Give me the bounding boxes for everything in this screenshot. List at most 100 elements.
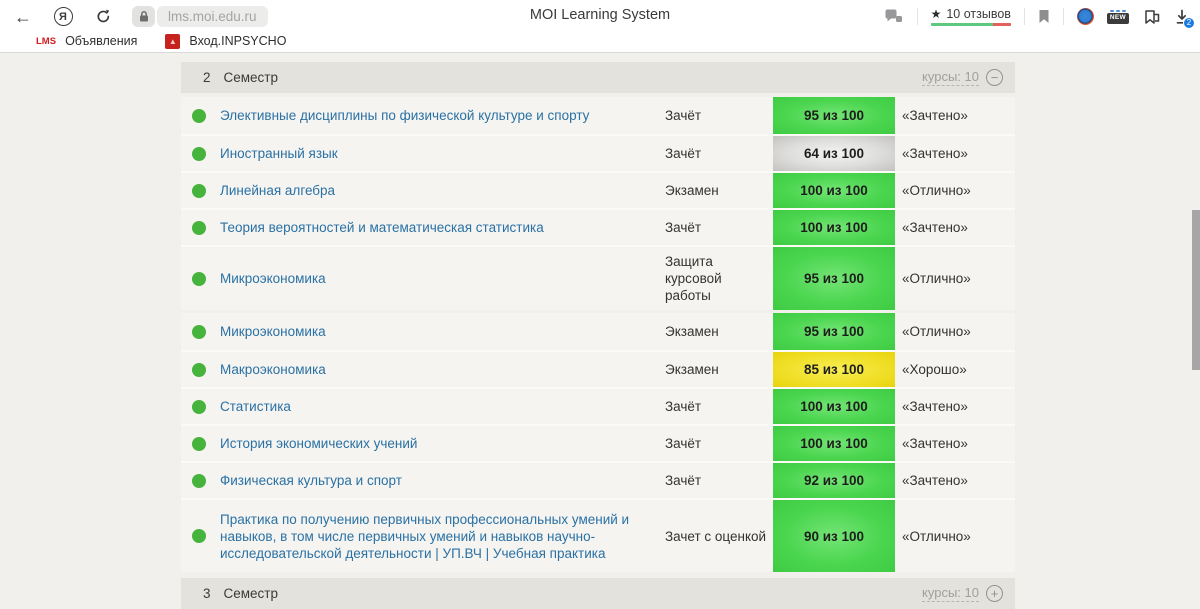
- expand-semester-button[interactable]: +: [986, 585, 1003, 602]
- browser-toolbar: ← Я lms.moi.edu.ru MOI Learning System ★…: [0, 0, 1200, 30]
- extension-circle-icon[interactable]: [1076, 8, 1094, 25]
- grades-table: 2 Семестр курсы: 10 − Элективные дисципл…: [181, 62, 1015, 609]
- course-status-dot: [192, 183, 206, 198]
- course-link[interactable]: Иностранный язык: [220, 145, 338, 162]
- course-score-cell: 85 из 100: [773, 352, 895, 387]
- url-field[interactable]: lms.moi.edu.ru: [157, 6, 268, 27]
- course-status-dot: [192, 108, 206, 123]
- courses-count-link[interactable]: курсы: 10: [922, 69, 979, 86]
- course-assessment-type: Экзамен: [665, 324, 719, 339]
- course-grade: «Отлично»: [902, 183, 971, 198]
- course-link[interactable]: Физическая культура и спорт: [220, 472, 402, 489]
- new-releases-extension-button[interactable]: NEW: [1106, 9, 1129, 24]
- course-status-dot: [192, 473, 206, 488]
- site-reviews-button[interactable]: ★ 10 отзывов: [930, 7, 1011, 26]
- course-status-dot: [192, 436, 206, 451]
- back-button[interactable]: ←: [10, 5, 36, 29]
- semester-label: Семестр: [223, 586, 279, 601]
- courses-count-link[interactable]: курсы: 10: [922, 585, 979, 602]
- yandex-logo-icon: Я: [53, 7, 73, 26]
- course-link[interactable]: Статистика: [220, 398, 291, 415]
- table-row: Теория вероятностей и математическая ста…: [181, 208, 1015, 245]
- refresh-button[interactable]: [90, 5, 116, 29]
- course-assessment-type: Зачёт: [665, 146, 702, 161]
- download-count-badge: 2: [1183, 16, 1195, 29]
- course-status-dot: [192, 324, 206, 339]
- course-assessment-type: Защита курсовой работы: [665, 254, 722, 303]
- table-row: Физическая культура и спорт Зачёт 92 из …: [181, 461, 1015, 498]
- course-grade: «Отлично»: [902, 271, 971, 286]
- vertical-scrollbar-thumb[interactable]: [1192, 210, 1200, 370]
- course-table-body: Элективные дисциплины по физической куль…: [181, 97, 1015, 572]
- collapse-semester-button[interactable]: −: [986, 69, 1003, 86]
- course-link[interactable]: Линейная алгебра: [220, 182, 335, 199]
- minus-icon: −: [990, 69, 999, 85]
- lms-favicon: LMS: [36, 35, 57, 47]
- star-icon: ★: [930, 7, 942, 21]
- bookmark-label: Вход.INPSYCHO: [189, 34, 287, 48]
- course-grade: «Зачтено»: [902, 473, 968, 488]
- protect-icon: [885, 9, 902, 22]
- course-score-cell: 95 из 100: [773, 313, 895, 350]
- browser-chrome: ← Я lms.moi.edu.ru MOI Learning System ★…: [0, 0, 1200, 53]
- course-assessment-type: Зачёт: [665, 220, 702, 235]
- semester-header-next: 3 Семестр курсы: 10 +: [181, 578, 1015, 609]
- semester-number: 3: [203, 586, 211, 601]
- course-assessment-type: Экзамен: [665, 362, 719, 377]
- bookmark-item-inpsycho[interactable]: ▲ Вход.INPSYCHO: [165, 33, 287, 49]
- table-row: Практика по получению первичных професси…: [181, 498, 1015, 572]
- refresh-icon: [96, 9, 109, 23]
- course-link[interactable]: Теория вероятностей и математическая ста…: [220, 219, 544, 236]
- marquee-dashes-icon: [1109, 9, 1126, 12]
- reviews-label: 10 отзывов: [946, 7, 1011, 21]
- course-score-cell: 100 из 100: [773, 389, 895, 424]
- yandex-home-button[interactable]: Я: [50, 5, 76, 29]
- table-row: Микроэкономика Экзамен 95 из 100 «Отличн…: [181, 313, 1015, 350]
- rating-bar-positive: [930, 23, 994, 26]
- toolbar-right-icons: ★ 10 отзывов NEW 2: [884, 7, 1195, 29]
- ssl-lock-chip[interactable]: [132, 6, 155, 27]
- bookmark-page-button[interactable]: [1038, 9, 1050, 24]
- course-grade: «Зачтено»: [902, 399, 968, 414]
- course-link[interactable]: Микроэкономика: [220, 270, 326, 287]
- course-score-cell: 100 из 100: [773, 210, 895, 245]
- reviews-rating-bar: [930, 23, 1011, 26]
- course-assessment-type: Зачёт: [665, 108, 702, 123]
- lock-icon: [139, 11, 148, 22]
- course-assessment-type: Экзамен: [665, 183, 719, 198]
- course-score-cell: 95 из 100: [773, 247, 895, 310]
- course-status-dot: [192, 399, 206, 414]
- bookmark-flag-icon: [1039, 10, 1049, 23]
- protect-extension-button[interactable]: [884, 8, 904, 25]
- bookmark-item-announcements[interactable]: LMS Объявления: [36, 34, 137, 48]
- course-link[interactable]: Микроэкономика: [220, 323, 326, 340]
- course-grade: «Зачтено»: [902, 220, 968, 235]
- collections-icon: [1145, 9, 1160, 24]
- downloads-button[interactable]: 2: [1174, 9, 1195, 29]
- bookmark-label: Объявления: [65, 34, 138, 48]
- course-link[interactable]: Макроэкономика: [220, 361, 326, 378]
- course-link[interactable]: Практика по получению первичных професси…: [220, 511, 649, 562]
- course-status-dot: [192, 271, 206, 286]
- course-assessment-type: Зачёт: [665, 399, 702, 414]
- course-grade: «Отлично»: [902, 324, 971, 339]
- course-link[interactable]: История экономических учений: [220, 435, 417, 452]
- course-score-cell: 92 из 100: [773, 463, 895, 498]
- collections-button[interactable]: [1142, 9, 1161, 25]
- table-row: Микроэкономика Защита курсовой работы 95…: [181, 245, 1015, 310]
- course-assessment-type: Зачёт: [665, 436, 702, 451]
- course-link[interactable]: Элективные дисциплины по физической куль…: [220, 107, 589, 124]
- course-status-dot: [192, 529, 206, 543]
- course-grade: «Зачтено»: [902, 146, 968, 161]
- table-row: Макроэкономика Экзамен 85 из 100 «Хорошо…: [181, 350, 1015, 387]
- table-row: Иностранный язык Зачёт 64 из 100 «Зачтен…: [181, 134, 1015, 171]
- address-bar[interactable]: lms.moi.edu.ru: [132, 6, 268, 27]
- course-grade: «Хорошо»: [902, 362, 967, 377]
- course-grade: «Отлично»: [902, 528, 971, 544]
- rating-bar-negative: [993, 23, 1011, 26]
- table-row: Линейная алгебра Экзамен 100 из 100 «Отл…: [181, 171, 1015, 208]
- course-score-cell: 100 из 100: [773, 426, 895, 461]
- course-score-cell: 100 из 100: [773, 173, 895, 208]
- table-row: Элективные дисциплины по физической куль…: [181, 97, 1015, 134]
- url-text: lms.moi.edu.ru: [168, 9, 257, 24]
